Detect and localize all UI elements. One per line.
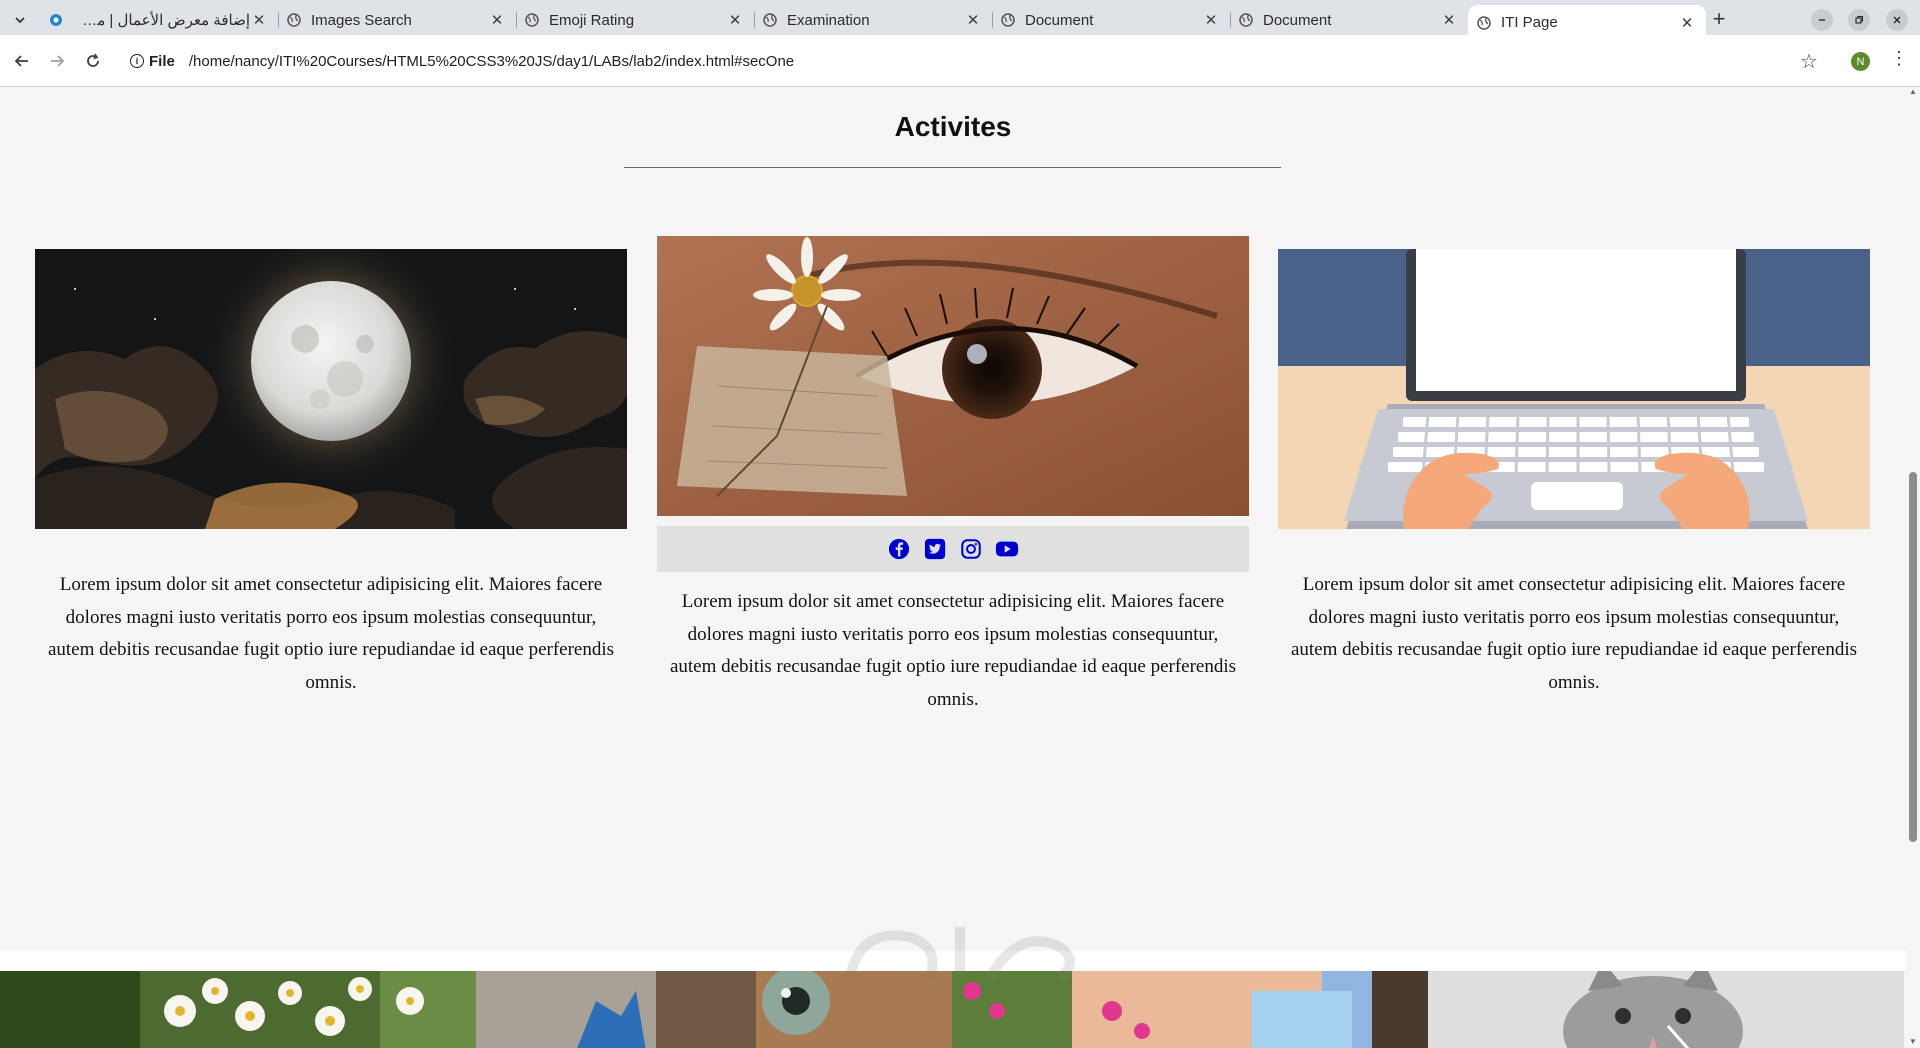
tab-title: ITI Page xyxy=(1501,14,1558,31)
url-text[interactable]: /home/nancy/ITI%20Courses/HTML5%20CSS3%2… xyxy=(189,53,794,70)
globe-icon xyxy=(524,12,540,28)
laptop-image xyxy=(1278,249,1870,529)
tab-document-1[interactable]: Document ✕ xyxy=(992,5,1230,35)
social-links-bar xyxy=(657,526,1249,572)
card-description: Lorem ipsum dolor sit amet consectetur a… xyxy=(669,591,1237,710)
scroll-down-icon[interactable]: ▼ xyxy=(1908,1037,1918,1047)
tab-emoji-rating[interactable]: Emoji Rating ✕ xyxy=(516,5,754,35)
forward-button[interactable] xyxy=(46,50,68,72)
section-divider xyxy=(624,167,1281,168)
watermark xyxy=(820,907,1100,1011)
globe-icon xyxy=(286,12,302,28)
tab-title: Images Search xyxy=(311,11,412,29)
profile-avatar[interactable]: N xyxy=(1851,52,1870,71)
tab-title: Examination xyxy=(787,11,870,29)
twitter-icon[interactable] xyxy=(923,537,947,561)
activity-card-moon: Lorem ipsum dolor sit amet consectetur a… xyxy=(35,249,627,699)
section-title: Activites xyxy=(894,111,1012,142)
globe-icon xyxy=(1000,12,1016,28)
bookmark-star-icon[interactable]: ☆ xyxy=(1800,49,1818,74)
scrollbar-thumb[interactable] xyxy=(1909,472,1917,842)
minimize-button[interactable] xyxy=(1811,9,1833,31)
kitten-image xyxy=(1428,971,1904,1048)
tab-title: Emoji Rating xyxy=(549,11,635,29)
close-icon[interactable]: ✕ xyxy=(488,11,506,29)
close-icon[interactable]: ✕ xyxy=(964,11,982,29)
reload-button[interactable] xyxy=(82,50,104,72)
tab-title: إضافة معرض الأعمال | مس... xyxy=(73,12,250,29)
youtube-icon[interactable] xyxy=(995,537,1019,561)
facebook-icon[interactable] xyxy=(887,537,911,561)
activity-card-eye: Lorem ipsum dolor sit amet consectetur a… xyxy=(657,236,1249,716)
instagram-icon[interactable] xyxy=(959,537,983,561)
globe-icon xyxy=(1476,15,1492,31)
mostaql-icon xyxy=(48,12,64,28)
reload-icon xyxy=(87,53,99,67)
vertical-scrollbar[interactable]: ▲ ▼ xyxy=(1906,87,1920,1048)
moon-image xyxy=(35,249,627,529)
new-tab-button[interactable]: + xyxy=(1707,8,1731,32)
info-icon: i xyxy=(130,54,144,68)
close-icon xyxy=(1893,16,1901,24)
back-button[interactable] xyxy=(11,50,33,72)
restore-icon xyxy=(1855,15,1864,24)
tab-examination[interactable]: Examination ✕ xyxy=(754,5,992,35)
mostaql-watermark-icon xyxy=(845,927,1075,981)
tab-search-button[interactable] xyxy=(8,8,32,32)
globe-icon xyxy=(1238,12,1254,28)
tab-title: Document xyxy=(1025,11,1094,29)
arrow-right-icon xyxy=(51,55,65,67)
activity-card-laptop: Lorem ipsum dolor sit amet consectetur a… xyxy=(1278,249,1870,699)
close-icon[interactable]: ✕ xyxy=(1678,14,1696,32)
page-viewport: Activites Lorem ipsum dolor sit amet con… xyxy=(0,87,1906,1048)
restore-button[interactable] xyxy=(1848,9,1870,31)
close-icon[interactable]: ✕ xyxy=(1440,11,1458,29)
chevron-down-icon xyxy=(15,17,25,24)
close-icon[interactable]: ✕ xyxy=(1202,11,1220,29)
card-description: Lorem ipsum dolor sit amet consectetur a… xyxy=(47,574,615,693)
close-icon[interactable]: ✕ xyxy=(250,11,268,29)
browser-toolbar: i File /home/nancy/ITI%20Courses/HTML5%2… xyxy=(0,35,1920,87)
tab-document-2[interactable]: Document ✕ xyxy=(1230,5,1468,35)
scroll-up-icon[interactable]: ▲ xyxy=(1908,87,1918,97)
site-info-button[interactable]: i File xyxy=(130,53,175,70)
globe-icon xyxy=(762,12,778,28)
scheme-label: File xyxy=(149,52,175,70)
address-bar[interactable]: i File /home/nancy/ITI%20Courses/HTML5%2… xyxy=(120,43,1820,79)
kebab-menu-icon[interactable]: ⋮ xyxy=(1890,48,1908,69)
close-icon[interactable]: ✕ xyxy=(726,11,744,29)
card-description: Lorem ipsum dolor sit amet consectetur a… xyxy=(1290,574,1858,693)
tab-images-search[interactable]: Images Search ✕ xyxy=(278,5,516,35)
tab-mostaql[interactable]: إضافة معرض الأعمال | مس... ✕ xyxy=(40,5,278,35)
browser-tab-strip: إضافة معرض الأعمال | مس... ✕ Images Sear… xyxy=(0,0,1920,40)
minimize-icon xyxy=(1819,19,1825,21)
close-window-button[interactable] xyxy=(1886,9,1908,31)
tab-title: Document xyxy=(1263,11,1332,29)
flowers-image xyxy=(0,971,476,1048)
eye-image xyxy=(657,236,1249,516)
arrow-left-icon xyxy=(14,55,28,67)
